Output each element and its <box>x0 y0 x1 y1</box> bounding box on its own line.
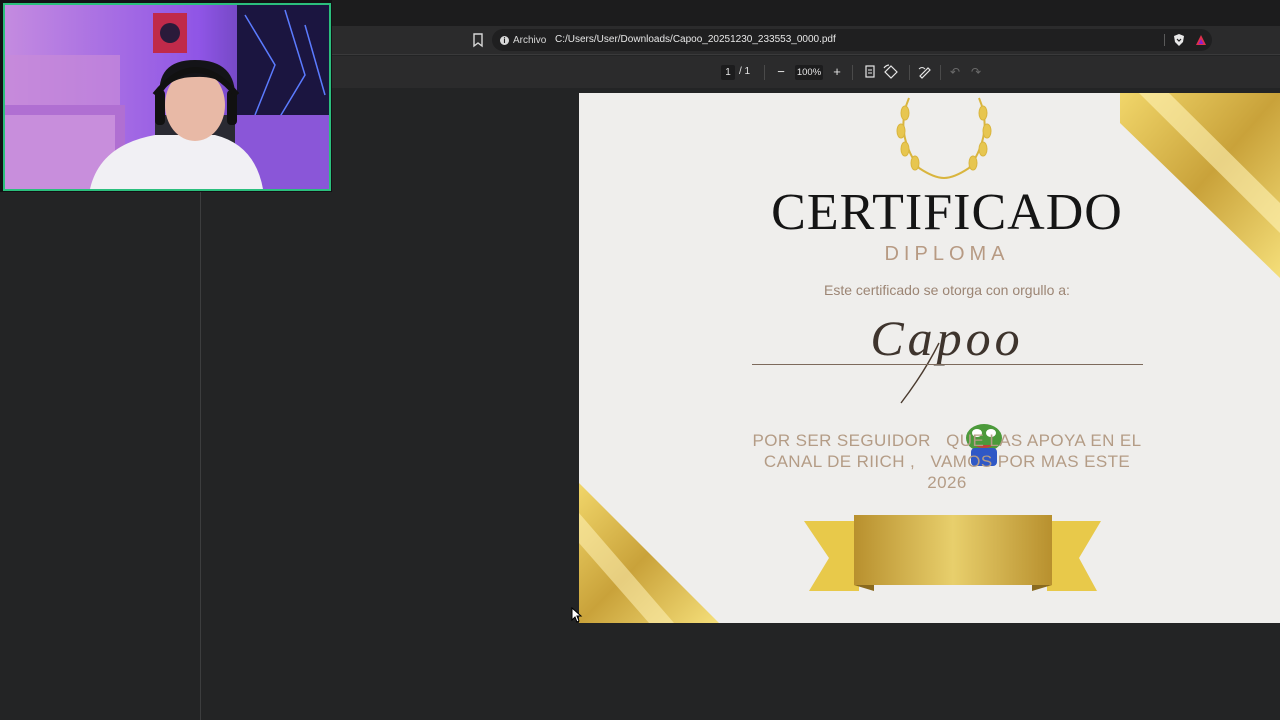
certificate-given-text: Este certificado se otorga con orgullo a… <box>824 282 1070 298</box>
certificate-subtitle: DIPLOMA <box>884 243 1010 265</box>
recipient-name: Capoo <box>870 310 1024 366</box>
reason-line-1: POR SER SEGUIDOR QUE LAS APOYA EN EL <box>752 431 1142 450</box>
site-info-chip[interactable]: i Archivo <box>500 33 546 47</box>
reason-line-3: 2026 <box>927 473 967 492</box>
brave-shield-icon[interactable] <box>1172 33 1186 47</box>
toolbar-separator <box>940 65 941 80</box>
page-total: / 1 <box>739 66 751 77</box>
webcam-feed <box>3 3 331 191</box>
redo-icon[interactable]: ↷ <box>967 63 985 81</box>
info-icon: i <box>500 35 509 45</box>
toolbar-separator <box>852 65 853 80</box>
brave-rewards-icon[interactable] <box>1194 33 1208 47</box>
cursor-icon <box>571 607 583 623</box>
undo-icon[interactable]: ↶ <box>946 63 964 81</box>
rotate-icon[interactable] <box>882 63 900 81</box>
toolbar-separator <box>909 65 910 80</box>
panel-divider <box>200 190 201 720</box>
page-number-input[interactable]: 1 <box>721 65 735 80</box>
zoom-out-icon[interactable]: − <box>772 63 790 81</box>
laurel-wreath-icon <box>896 97 992 179</box>
fit-page-icon[interactable] <box>861 63 879 81</box>
certificate-reason: POR SER SEGUIDOR QUE LAS APOYA EN EL CAN… <box>719 430 1175 493</box>
certificate-title: CERTIFICADO <box>771 184 1123 241</box>
bookmark-icon[interactable] <box>470 32 486 48</box>
origin-label: Archivo <box>513 34 547 46</box>
omnibox[interactable]: i Archivo C:/Users/User/Downloads/Capoo_… <box>492 29 1212 51</box>
pdf-toolbar: 1 / 1 − 100% + ↶ ↷ <box>330 56 1280 88</box>
omnibox-separator <box>1164 34 1165 46</box>
zoom-in-icon[interactable]: + <box>828 63 846 81</box>
toolbar-separator <box>764 65 765 80</box>
webcam-overlay <box>0 0 332 192</box>
webcam-scene <box>5 5 329 189</box>
draw-icon[interactable] <box>916 63 934 81</box>
pdf-page: CERTIFICADO DIPLOMA Este certificado se … <box>579 93 1280 623</box>
signature-line <box>752 364 1143 365</box>
url-text[interactable]: C:/Users/User/Downloads/Capoo_20251230_2… <box>555 34 836 45</box>
zoom-input[interactable]: 100% <box>795 65 823 80</box>
reason-line-2: CANAL DE RIICH , VAMOS POR MAS ESTE <box>763 452 1131 471</box>
